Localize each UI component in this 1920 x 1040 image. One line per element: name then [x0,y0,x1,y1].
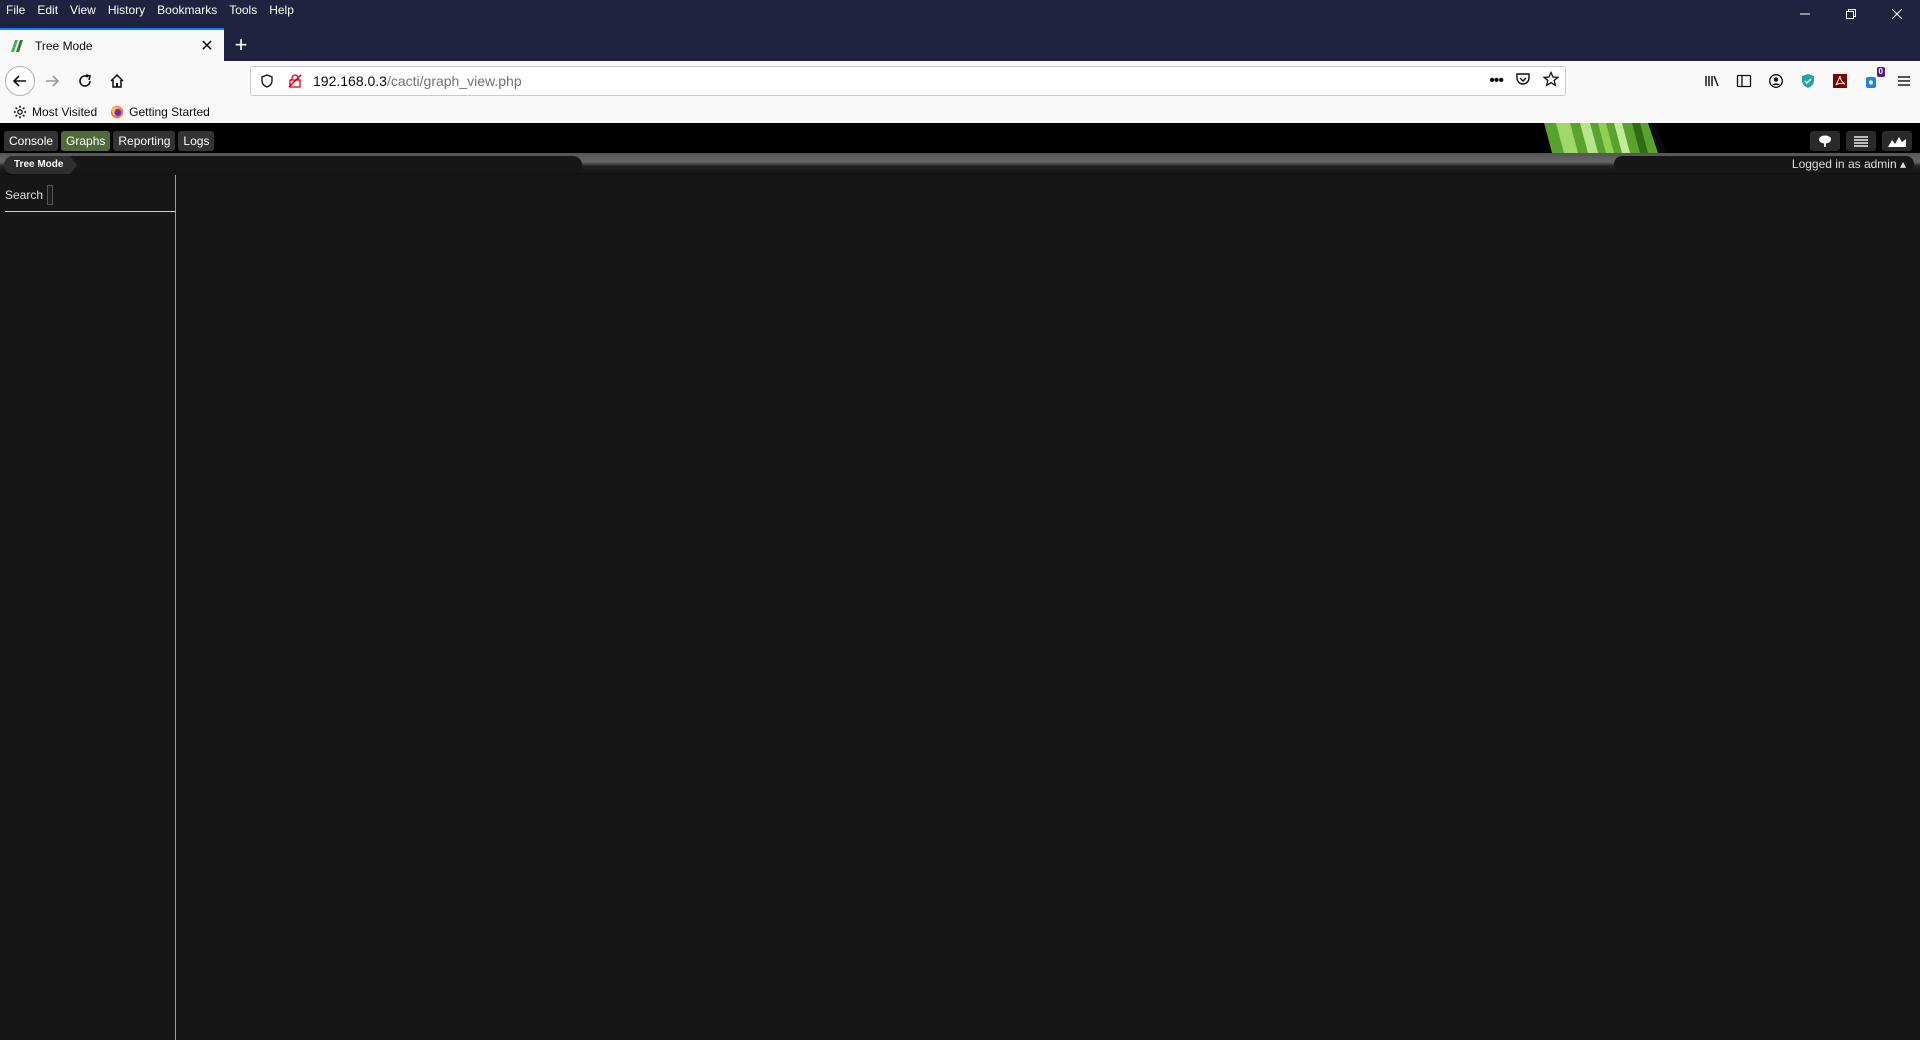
restore-icon[interactable] [1828,0,1874,28]
home-icon[interactable] [103,67,131,95]
notifier-extension-icon[interactable]: 0 [1856,67,1888,95]
cacti-header-actions [1810,131,1912,151]
back-icon[interactable] [5,66,35,96]
tab-reporting[interactable]: Reporting [113,131,176,151]
tab-graphs[interactable]: Graphs [61,131,111,151]
notification-badge: 0 [1876,67,1885,77]
tree-side-panel: Search [0,175,176,1040]
pdf-extension-icon[interactable] [1824,67,1856,95]
bookmark-label: Getting Started [129,105,210,119]
tab-title: Tree Mode [35,38,93,53]
menu-edit[interactable]: Edit [31,0,64,20]
library-icon[interactable] [1696,67,1728,95]
list-view-icon[interactable] [1846,131,1876,151]
bookmark-getting-started[interactable]: Getting Started [109,104,210,120]
sidebar-icon[interactable] [1728,67,1760,95]
bookmark-label: Most Visited [32,105,98,119]
url-bar-actions: ••• [1489,67,1560,95]
browser-tab[interactable]: Tree Mode ✕ [0,28,224,61]
url-text[interactable]: 192.168.0.3/cacti/graph_view.php [313,73,522,89]
url-path: /cacti/graph_view.php [386,73,522,89]
menu-tools[interactable]: Tools [223,0,263,20]
close-tab-icon[interactable]: ✕ [196,35,218,57]
cacti-header: Console Graphs Reporting Logs [0,123,1920,153]
bookmark-star-icon[interactable] [1542,70,1560,92]
preview-view-icon[interactable] [1882,131,1912,151]
menu-view[interactable]: View [64,0,102,20]
menu-bookmarks[interactable]: Bookmarks [151,0,223,20]
minimize-icon[interactable] [1782,0,1828,28]
tree-search-row: Search [5,185,54,205]
close-window-icon[interactable] [1874,0,1920,28]
browser-title-bar: File Edit View History Bookmarks Tools H… [0,0,1920,61]
breadcrumb-bar: Tree Mode Logged in as admin ▴ [0,153,1920,175]
tracking-protection-icon[interactable] [259,73,275,89]
insecure-connection-icon[interactable] [287,73,303,89]
search-label: Search [5,188,44,202]
breadcrumb: Tree Mode [4,156,582,174]
tab-console[interactable]: Console [4,131,59,151]
gear-icon [12,104,28,120]
new-tab-icon[interactable]: + [228,32,254,58]
menu-bar: File Edit View History Bookmarks Tools H… [0,0,300,20]
menu-help[interactable]: Help [263,0,300,20]
tree-view-icon[interactable] [1810,131,1840,151]
cacti-favicon-icon [11,39,23,52]
graph-content-area [177,175,1920,1040]
shield-extension-icon[interactable] [1792,67,1824,95]
hamburger-menu-icon[interactable] [1888,67,1920,95]
breadcrumb-tree-mode[interactable]: Tree Mode [4,156,78,174]
forward-icon[interactable] [38,67,66,95]
bookmark-most-visited[interactable]: Most Visited [12,104,97,120]
pocket-icon[interactable] [1515,71,1531,92]
account-icon[interactable] [1760,67,1792,95]
search-divider [5,211,176,212]
window-controls [1782,0,1920,28]
user-info[interactable]: Logged in as admin ▴ [1614,156,1914,172]
cacti-logo [1536,123,1666,153]
cacti-main-tabs: Console Graphs Reporting Logs [4,131,215,151]
url-bar[interactable]: 192.168.0.3/cacti/graph_view.php ••• [250,66,1566,96]
menu-history[interactable]: History [102,0,151,20]
page-actions-icon[interactable]: ••• [1489,72,1504,90]
cacti-page: Console Graphs Reporting Logs Tree Mode … [0,123,1920,1040]
tab-logs[interactable]: Logs [178,131,215,151]
bookmarks-toolbar: Most Visited Getting Started [0,101,1920,123]
menu-file[interactable]: File [0,0,31,20]
url-host: 192.168.0.3 [313,73,387,89]
firefox-icon [109,104,125,120]
reload-icon[interactable] [71,67,99,95]
tree-search-input[interactable] [47,185,54,205]
navigation-toolbar: 192.168.0.3/cacti/graph_view.php ••• 0 [0,61,1920,101]
browser-toolbar-right: 0 [1696,67,1920,95]
